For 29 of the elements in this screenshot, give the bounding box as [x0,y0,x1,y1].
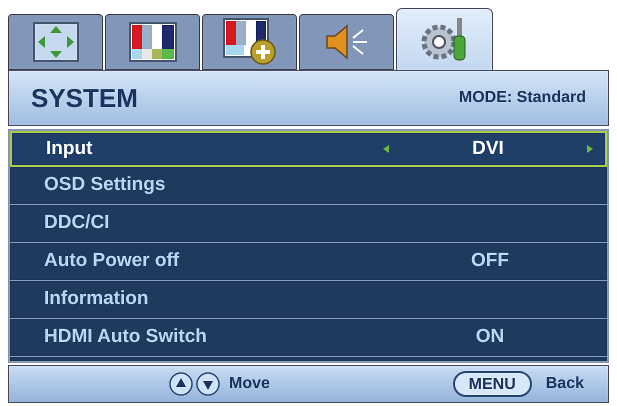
right-arrow-icon [587,145,593,153]
setting-value: ON [476,325,504,350]
setting-label: Auto Power off [44,249,180,274]
menu-row[interactable]: Input DVI [10,131,607,167]
menu-tab[interactable] [396,8,493,70]
menu-key: MENU [452,371,532,397]
menu-row[interactable]: Information [10,281,607,319]
color-bars-icon [128,22,176,62]
setting-label: Information [44,287,148,312]
color-bars-plus-icon [222,18,276,66]
menu-row[interactable]: Auto Power off OFF [10,243,607,281]
back-hint: Back [546,374,584,394]
menu-row[interactable]: DDC/CI [10,205,607,243]
menu-tab[interactable] [105,14,200,70]
left-arrow-icon [383,145,389,153]
move-hint: Move [229,374,270,394]
menu-row[interactable]: HDMI Auto Switch ON [10,319,607,357]
setting-label: Input [46,136,92,161]
setting-value: DVI [472,136,504,161]
menu-tab[interactable] [202,14,297,70]
move-arrows-icon [32,22,78,62]
setting-label: HDMI Auto Switch [44,325,207,350]
menu-row[interactable]: OSD Settings [10,167,607,205]
setting-label: OSD Settings [44,173,166,198]
menu-tab[interactable] [8,14,103,70]
setting-value: OFF [471,249,509,274]
setting-label: DDC/CI [44,211,110,236]
menu-title: SYSTEM [31,82,138,114]
mode-label: MODE: Standard [458,88,586,108]
